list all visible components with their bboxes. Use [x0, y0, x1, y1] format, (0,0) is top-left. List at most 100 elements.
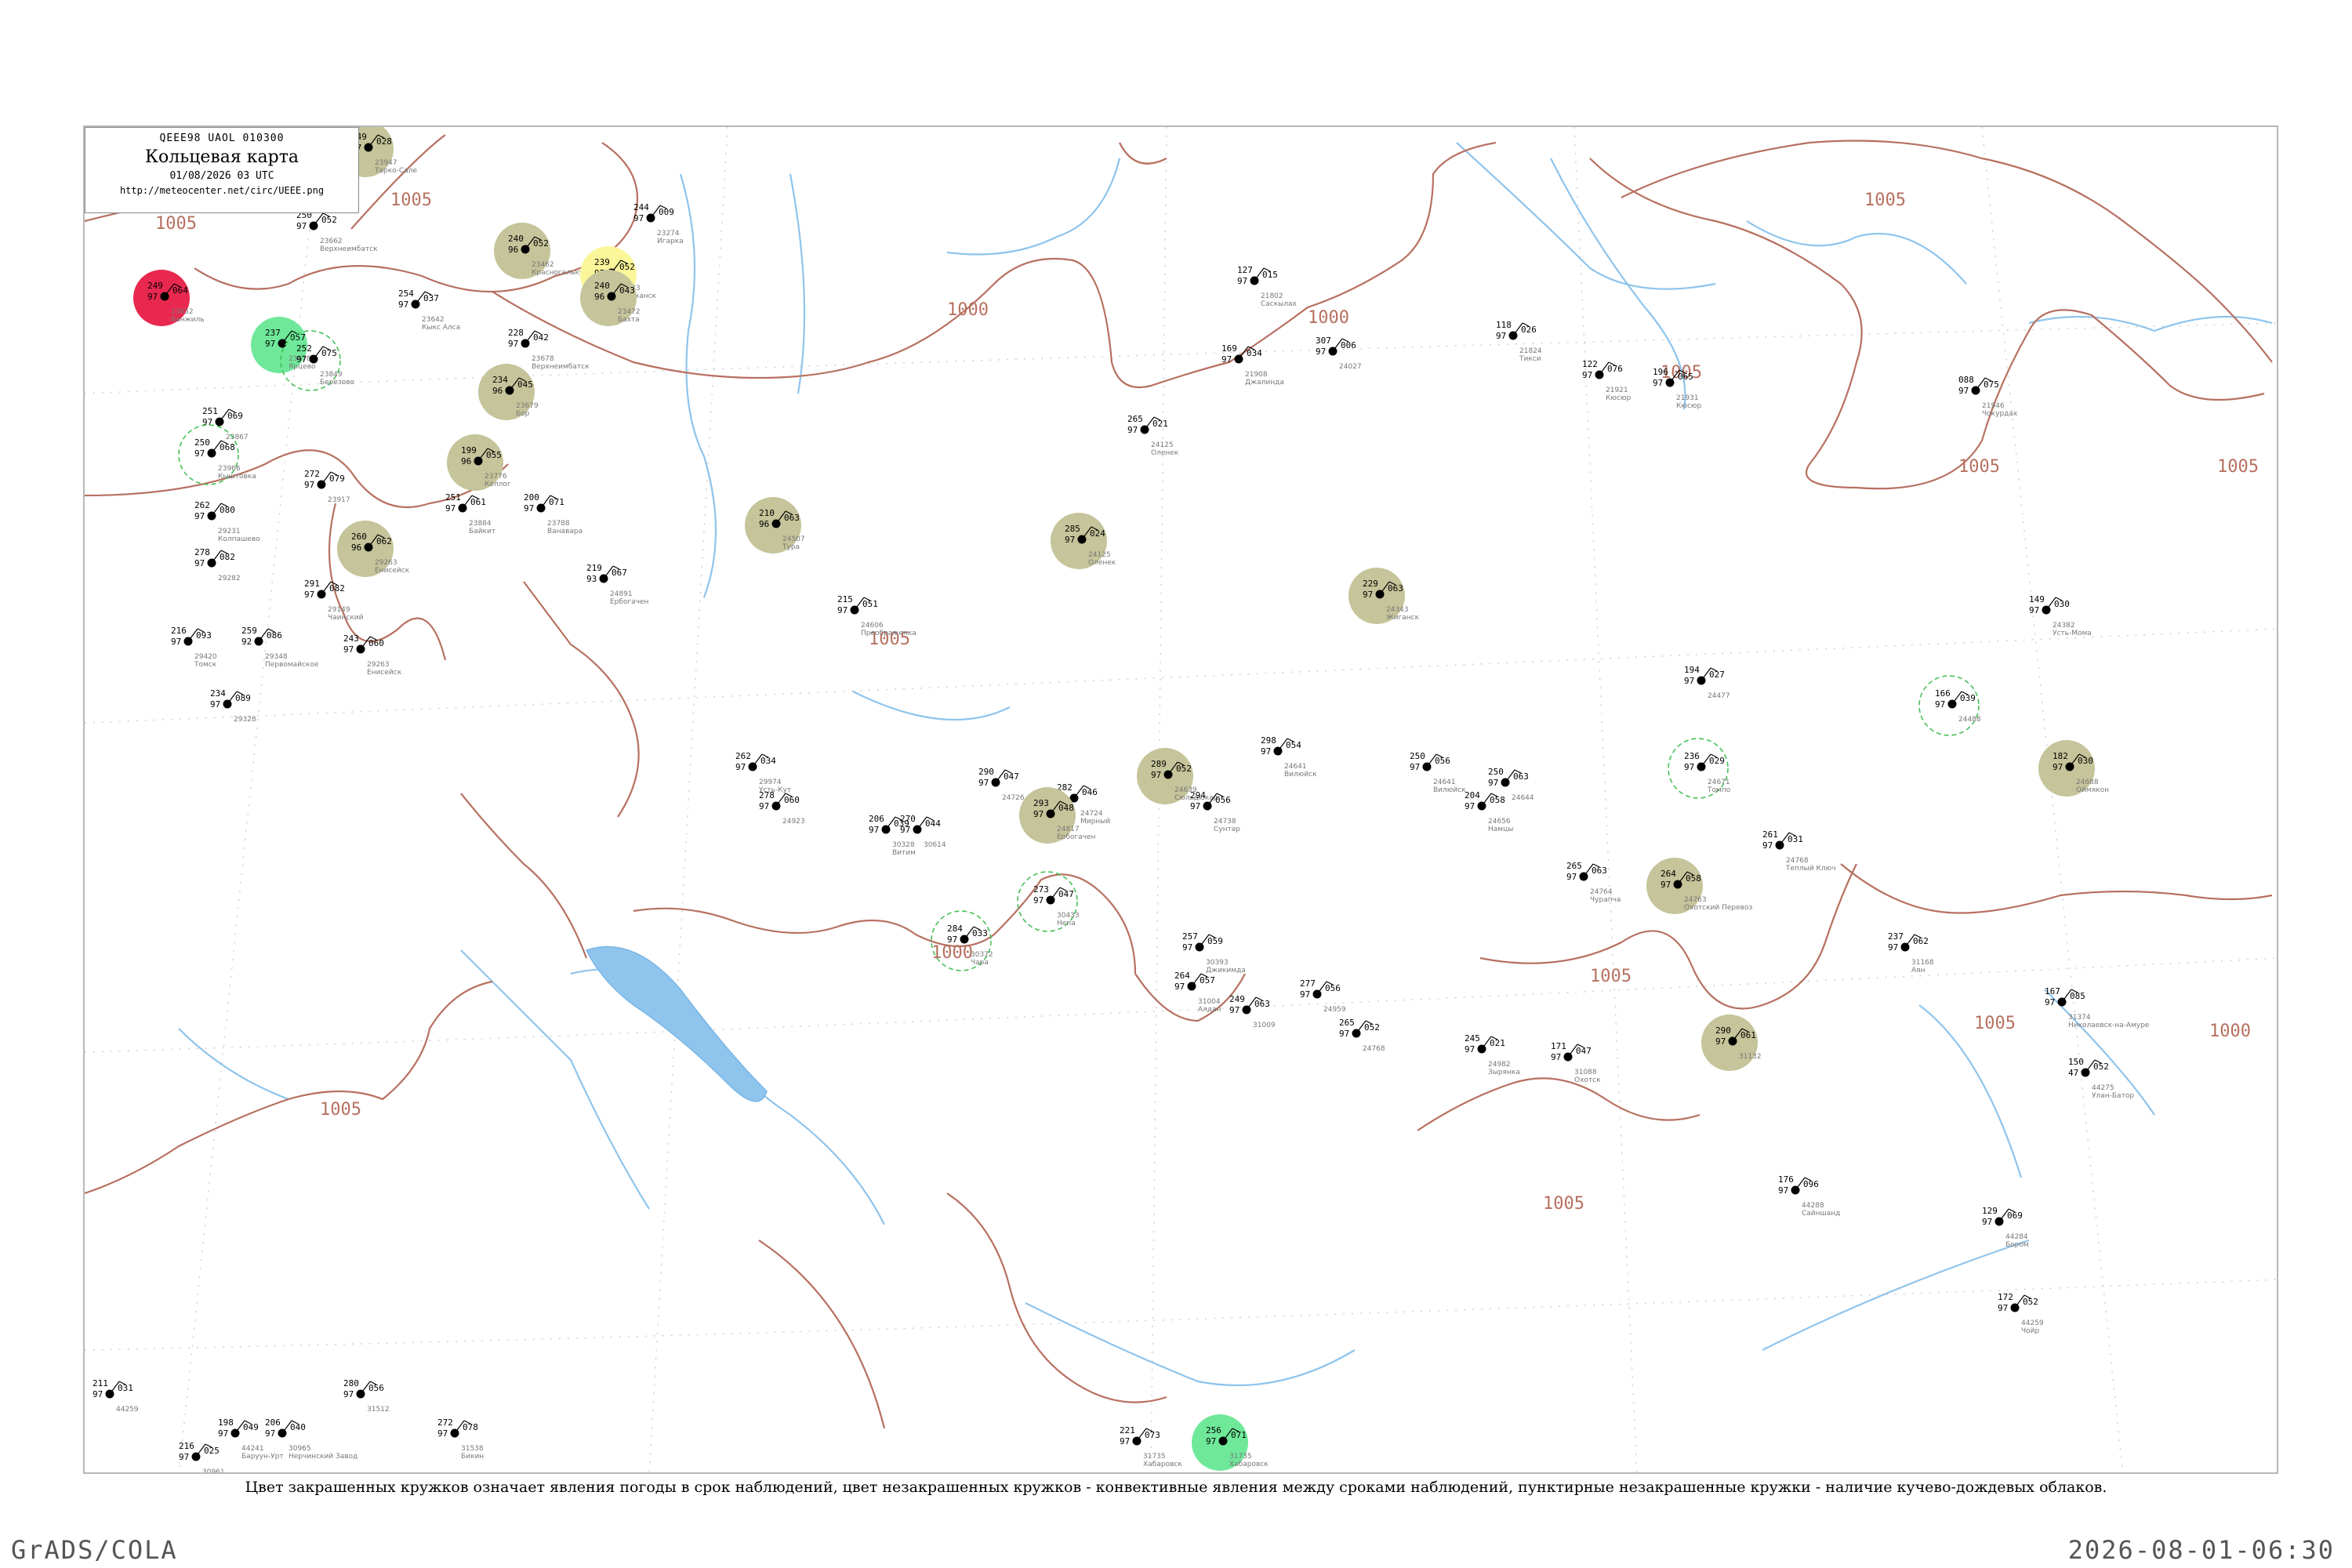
station-index: 23788	[547, 520, 570, 528]
station-marker[interactable]: 265 052 97 24768	[1339, 1018, 1385, 1053]
station-pressure: 071	[549, 497, 564, 507]
station-marker[interactable]: 215 051 97 24606Преображенка	[837, 594, 916, 637]
station-marker[interactable]: 259 086 92 29348Первомайское	[241, 626, 319, 669]
station-marker[interactable]: 250 0529723662Верхнеимбатск	[296, 210, 378, 253]
station-marker[interactable]: 272 078 97 31538Бикин	[437, 1417, 484, 1461]
station-marker[interactable]: 278 082 97 29282	[194, 547, 241, 583]
station-marker[interactable]: 245 021 97 24982Зырянка	[1465, 1033, 1520, 1076]
station-name: Бором	[2005, 1241, 2029, 1249]
station-index: 24125	[1151, 441, 1174, 449]
station-marker[interactable]: 291 082 97 29149Чаинский	[304, 579, 364, 622]
station-index: 21931	[1676, 394, 1699, 402]
station-marker[interactable]: 290 047 97 24726	[978, 767, 1025, 802]
station-temperature: 261	[1762, 829, 1778, 840]
station-marker[interactable]: 265 063 97 24764Чурапча	[1566, 861, 1621, 904]
station-pressure: 058	[1490, 795, 1505, 805]
station-marker[interactable]: 285 024 97 24125Оленек	[1051, 513, 1116, 569]
station-pressure: 061	[470, 497, 486, 507]
station-index: 21802	[1261, 292, 1283, 300]
station-marker[interactable]: 237 062 97 31168Аян	[1888, 931, 1934, 975]
station-temperature: 298	[1261, 735, 1276, 746]
station-index: 30372	[971, 951, 993, 959]
station-marker[interactable]: 229 063 97 24343Жиганск	[1348, 568, 1420, 624]
station-marker[interactable]: 272 079 97 23917	[304, 469, 350, 504]
station-marker[interactable]: 262 080 97 29231Колпашево	[194, 500, 260, 543]
station-marker[interactable]: 194 027 97 24477	[1684, 665, 1730, 700]
station-marker[interactable]: 182 030 97 24688Оймякон	[2038, 740, 2109, 797]
station-marker[interactable]: 290 061 97 31132	[1701, 1014, 1762, 1071]
station-marker[interactable]: 251 061 97 23884Байкит	[445, 492, 495, 535]
station-cloud-cover: 97	[1182, 942, 1192, 953]
map-url[interactable]: http://meteocenter.net/circ/UEEE.png	[85, 185, 358, 196]
station-cloud-cover: 97	[296, 354, 307, 365]
station-marker[interactable]: 249 063 97 31009	[1229, 994, 1276, 1029]
station-marker[interactable]: 171 047 97 31088Охотск	[1551, 1041, 1601, 1084]
station-temperature: 259	[241, 626, 257, 636]
station-layer: 250 0529723662Верхнеимбатск 249 0649723652В…	[93, 127, 2150, 1474]
station-marker[interactable]: 204 058 97 24656Намцы	[1465, 790, 1513, 833]
station-marker[interactable]: 088 075 97 21946Чокурдах	[1958, 375, 2018, 418]
station-marker[interactable]: 129 069 97 44284Бором	[1982, 1206, 2029, 1249]
station-marker[interactable]: 298 054 97 24641Вилюйск	[1261, 735, 1317, 779]
station-marker[interactable]: 261 031 97 24768Теплый Ключ	[1762, 829, 1836, 873]
station-marker[interactable]: 200 071 97 23788Ванавара	[524, 492, 583, 535]
station-marker[interactable]: 234 089 97 29328	[210, 688, 256, 724]
station-marker[interactable]: 240 052 96 23462Красноселькуп	[494, 223, 588, 279]
station-marker[interactable]: 307 006 97 24027	[1316, 336, 1362, 371]
station-marker[interactable]: 122 076 97 21921Кюсюр	[1582, 359, 1631, 402]
station-marker[interactable]: 257 059 97 30393Джикимда	[1182, 931, 1246, 975]
station-marker[interactable]: 216 093 97 29420Томск	[171, 626, 217, 669]
station-marker[interactable]: 265 021 97 24125Оленек	[1127, 414, 1179, 457]
station-marker[interactable]: 289 0529724639Сюльдюкар	[1137, 748, 1218, 804]
station-marker[interactable]: 211 031 97 44259	[93, 1378, 139, 1414]
station-marker[interactable]: 244 009 97 23274Игарка	[633, 202, 684, 245]
station-marker[interactable]: 273 047 97 30433Непа	[1017, 871, 1080, 932]
station-pressure: 009	[659, 207, 674, 217]
station-cloud-cover: 97	[1982, 1217, 1992, 1227]
station-marker[interactable]: 264 057 97 31004Алдан	[1174, 971, 1221, 1014]
station-marker[interactable]: 256 071 97 31735Хабаровск	[1192, 1414, 1269, 1471]
station-marker[interactable]: 243 060 97 29263Енисейск	[343, 633, 402, 677]
station-marker[interactable]: 262 0349729974Усть-Кут	[735, 751, 791, 794]
station-marker[interactable]: 118 026 97 21824Тикси	[1496, 320, 1542, 363]
station-marker[interactable]: 236 029 97 24671Томпо	[1668, 738, 1731, 799]
station-marker[interactable]: 251 0699723867	[202, 406, 249, 441]
station-temperature: 256	[1206, 1425, 1221, 1436]
station-marker[interactable]: 172 052 97 44259Чойр	[1998, 1292, 2044, 1335]
station-pressure: 039	[1960, 693, 1976, 703]
station-marker[interactable]: 176 096 97 44288Сайншанд	[1778, 1174, 1840, 1218]
station-cloud-cover: 97	[296, 221, 307, 231]
station-marker[interactable]: 127 015 97 21802Саскылах	[1237, 265, 1298, 308]
station-marker[interactable]: 149 030 97 24382Усть-Мома	[2029, 594, 2092, 637]
station-marker[interactable]: 260 062 96 29263Енисейск	[337, 521, 410, 577]
station-cloud-cover: 97	[304, 480, 314, 490]
station-marker[interactable]: 167 085 97 31374Николаевск-на-Амуре	[2045, 986, 2150, 1029]
station-marker[interactable]: 277 056 97 24959	[1300, 978, 1346, 1014]
station-name: Верхнеимбатск	[320, 245, 378, 253]
station-pressure: 052	[1364, 1022, 1380, 1033]
station-marker[interactable]: 249 064 97 23652Ванжиль	[133, 270, 205, 326]
station-marker[interactable]: 264 058 97 24763Охотский Перевоз	[1646, 858, 1752, 914]
station-marker[interactable]: 206 039 97 30328Витим	[869, 814, 916, 857]
station-index: 24763	[1684, 896, 1707, 904]
station-marker[interactable]: 228 042 97 23678Верхнеимбатск	[508, 328, 590, 371]
station-marker[interactable]: 199 055 96 23776Келлог	[447, 434, 511, 491]
station-marker[interactable]: 280 056 97 31512	[343, 1378, 390, 1414]
station-cloud-cover: 97	[1151, 770, 1161, 780]
station-marker[interactable]: 250 056 97 24641Вилюйск	[1410, 751, 1466, 794]
station-cloud-cover: 97	[1998, 1303, 2008, 1313]
station-marker[interactable]: 254 037 97 23642Кыкс Алса	[398, 289, 460, 332]
station-index: 29420	[194, 653, 217, 661]
map-canvas[interactable]: 1005 1000 1005 1005 1000 1005 1005 1005 1005 1000…	[85, 127, 2278, 1474]
station-marker[interactable]: 278 060 97 24923	[759, 790, 805, 826]
station-marker[interactable]: 234 045 96 23679Бор	[478, 364, 539, 420]
station-marker[interactable]: 294 056 97 24738Сунтар	[1190, 790, 1240, 833]
station-marker[interactable]: 166 039 97 24488	[1918, 675, 1981, 736]
station-marker[interactable]: 150 052 47 44275Улан-Батор	[2068, 1057, 2134, 1100]
station-marker[interactable]: 169 034 97 21908Джалинда	[1221, 343, 1284, 387]
station-marker[interactable]: 210 063 96 24507Тура	[745, 497, 805, 554]
isobar-label: 1005	[1974, 1014, 2016, 1033]
station-name: Охотский Перевоз	[1684, 904, 1752, 912]
station-marker[interactable]: 2160259730961Борзя	[179, 1441, 225, 1474]
station-marker[interactable]: 219 067 93 24891Ербогачен	[586, 563, 649, 606]
